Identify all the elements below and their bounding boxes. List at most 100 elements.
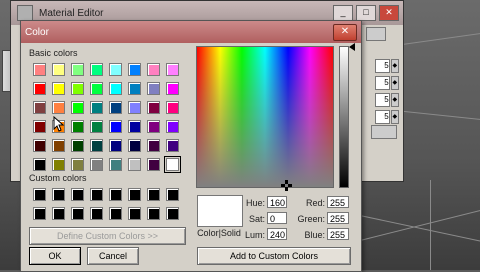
custom-colors-label: Custom colors [29, 173, 87, 183]
color-preview [197, 195, 243, 227]
basic-color-swatch[interactable] [128, 120, 141, 133]
basic-color-swatch[interactable] [33, 101, 46, 114]
basic-color-swatch[interactable] [147, 63, 160, 76]
basic-color-swatch[interactable] [166, 139, 179, 152]
spinner-field[interactable]: 5 [375, 59, 390, 73]
lum-field[interactable]: 240 [267, 228, 287, 240]
basic-color-swatch[interactable] [128, 158, 141, 171]
spinner-arrows-icon[interactable]: ◆ [390, 59, 399, 73]
custom-color-swatch[interactable] [147, 188, 160, 201]
basic-color-swatch[interactable] [90, 82, 103, 95]
spinner-field[interactable]: 5 [375, 93, 390, 107]
basic-color-swatch[interactable] [52, 63, 65, 76]
basic-color-swatch[interactable] [109, 101, 122, 114]
red-label: Red: [305, 198, 325, 208]
lock-icon[interactable] [366, 27, 386, 41]
basic-color-swatch[interactable] [71, 120, 84, 133]
slider-arrow-icon[interactable] [349, 43, 355, 51]
custom-color-swatch[interactable] [147, 207, 160, 220]
basic-color-swatch[interactable] [166, 63, 179, 76]
basic-color-swatch[interactable] [166, 82, 179, 95]
spinner-arrows-icon[interactable]: ◆ [390, 110, 399, 124]
basic-color-swatch[interactable] [109, 82, 122, 95]
basic-color-swatch[interactable] [33, 158, 46, 171]
cancel-button[interactable]: Cancel [87, 247, 139, 265]
basic-color-swatch[interactable] [33, 139, 46, 152]
sat-field[interactable]: 0 [267, 212, 287, 224]
basic-color-swatch[interactable] [109, 139, 122, 152]
basic-color-swatch[interactable] [90, 120, 103, 133]
basic-color-swatch[interactable] [147, 82, 160, 95]
custom-color-swatch[interactable] [128, 188, 141, 201]
basic-color-swatch[interactable] [33, 120, 46, 133]
custom-color-swatch[interactable] [52, 188, 65, 201]
color-solid-label: Color|Solid [197, 228, 241, 238]
color-dialog: Color ✕ Basic colors Custom colors Defin… [20, 20, 362, 272]
custom-color-swatch[interactable] [109, 207, 122, 220]
basic-color-swatch[interactable] [52, 158, 65, 171]
lum-label: Lum: [244, 230, 265, 240]
spinner-field[interactable]: 5 [375, 110, 390, 124]
green-field[interactable]: 255 [327, 212, 349, 224]
minimize-button[interactable]: _ [333, 5, 353, 21]
basic-color-swatch[interactable] [109, 120, 122, 133]
add-to-custom-colors-button[interactable]: Add to Custom Colors [197, 247, 351, 265]
basic-color-swatch[interactable] [90, 158, 103, 171]
basic-color-swatch[interactable] [90, 101, 103, 114]
basic-colors-label: Basic colors [29, 48, 78, 58]
basic-color-swatch[interactable] [52, 82, 65, 95]
basic-color-swatch[interactable] [52, 101, 65, 114]
basic-color-swatch[interactable] [147, 101, 160, 114]
basic-color-swatch[interactable] [147, 120, 160, 133]
custom-color-swatch[interactable] [71, 188, 84, 201]
basic-color-swatch[interactable] [109, 63, 122, 76]
basic-color-swatch[interactable] [71, 139, 84, 152]
spinner-arrows-icon[interactable]: ◆ [390, 76, 399, 90]
basic-color-swatch[interactable] [71, 82, 84, 95]
basic-color-swatch[interactable] [71, 101, 84, 114]
hue-field[interactable]: 160 [267, 196, 287, 208]
close-button[interactable]: ✕ [333, 24, 357, 41]
luminosity-slider[interactable] [339, 46, 349, 188]
spinner-arrows-icon[interactable]: ◆ [390, 93, 399, 107]
custom-color-swatch[interactable] [90, 188, 103, 201]
basic-color-swatch[interactable] [33, 63, 46, 76]
custom-color-swatch[interactable] [71, 207, 84, 220]
basic-color-swatch[interactable] [128, 139, 141, 152]
custom-color-swatch[interactable] [90, 207, 103, 220]
custom-colors-grid [33, 188, 179, 220]
custom-color-swatch[interactable] [128, 207, 141, 220]
material-button[interactable] [371, 125, 397, 139]
green-label: Green: [297, 214, 325, 224]
color-dialog-titlebar[interactable]: Color ✕ [21, 21, 361, 43]
basic-color-swatch[interactable] [147, 139, 160, 152]
basic-color-swatch[interactable] [71, 158, 84, 171]
custom-color-swatch[interactable] [109, 188, 122, 201]
basic-color-swatch[interactable] [90, 139, 103, 152]
custom-color-swatch[interactable] [166, 207, 179, 220]
basic-color-swatch[interactable] [33, 82, 46, 95]
basic-color-swatch[interactable] [166, 120, 179, 133]
basic-color-swatch[interactable] [71, 63, 84, 76]
ok-button[interactable]: OK [29, 247, 81, 265]
maximize-button[interactable]: □ [356, 5, 376, 21]
basic-color-swatch[interactable] [109, 158, 122, 171]
basic-color-swatch[interactable] [147, 158, 160, 171]
blue-field[interactable]: 255 [327, 228, 349, 240]
define-custom-colors-button[interactable]: Define Custom Colors >> [29, 227, 186, 245]
custom-color-swatch[interactable] [33, 188, 46, 201]
basic-color-swatch[interactable] [90, 63, 103, 76]
basic-color-swatch[interactable] [166, 101, 179, 114]
red-field[interactable]: 255 [327, 196, 349, 208]
close-button[interactable]: ✕ [379, 5, 399, 21]
custom-color-swatch[interactable] [33, 207, 46, 220]
basic-color-swatch[interactable] [128, 82, 141, 95]
color-spectrum[interactable] [196, 46, 334, 191]
basic-color-swatch[interactable] [164, 156, 181, 173]
spinner-field[interactable]: 5 [375, 76, 390, 90]
basic-color-swatch[interactable] [52, 139, 65, 152]
custom-color-swatch[interactable] [52, 207, 65, 220]
custom-color-swatch[interactable] [166, 188, 179, 201]
basic-color-swatch[interactable] [128, 101, 141, 114]
basic-color-swatch[interactable] [128, 63, 141, 76]
